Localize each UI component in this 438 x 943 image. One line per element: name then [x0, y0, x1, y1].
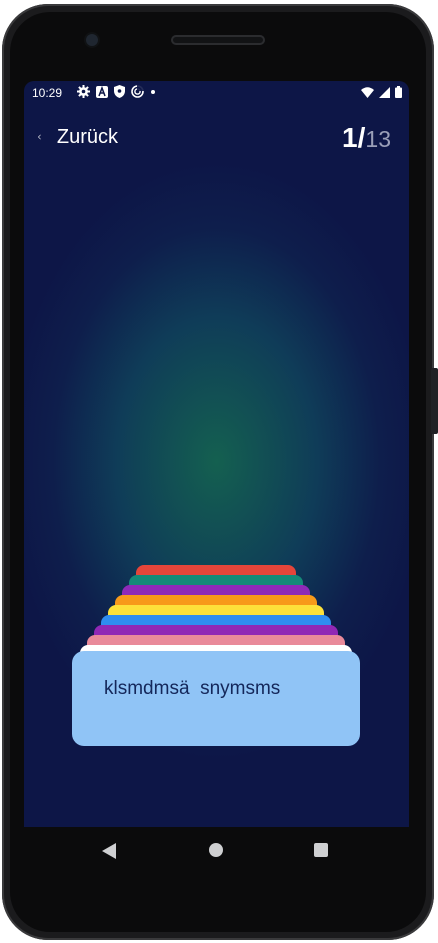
flashcard[interactable]: klsmdmsä snymsms — [72, 651, 360, 746]
wifi-icon — [361, 86, 374, 98]
counter-current: 1/ — [342, 122, 366, 153]
back-button[interactable]: Zurück — [38, 123, 118, 151]
earpiece-speaker — [171, 35, 265, 45]
gear-icon — [77, 85, 90, 98]
home-circle-icon[interactable] — [209, 843, 223, 857]
navigation-bar — [24, 827, 409, 875]
signal-icon — [379, 86, 390, 98]
dot-icon — [151, 89, 155, 94]
chevron-left-icon — [38, 134, 41, 140]
status-bar: 10:29 — [24, 81, 409, 105]
back-triangle-icon[interactable] — [102, 843, 116, 859]
front-camera — [86, 34, 98, 46]
counter-total: 13 — [365, 126, 391, 152]
recents-square-icon[interactable] — [314, 843, 328, 857]
status-system-icons — [361, 86, 402, 98]
font-icon — [96, 85, 108, 98]
flashcard-text: klsmdmsä snymsms — [104, 678, 281, 699]
power-button — [431, 368, 438, 434]
status-time: 10:29 — [32, 86, 63, 100]
app-screen: 10:29 Zurück 1/13 klsmdmsä snymsms — [24, 81, 409, 827]
top-bar: Zurück 1/13 — [24, 105, 409, 165]
battery-icon — [395, 86, 402, 98]
shield-icon — [114, 85, 125, 98]
status-notification-icons — [77, 85, 156, 98]
sync-icon — [131, 85, 144, 98]
card-counter: 1/13 — [342, 122, 391, 154]
back-label: Zurück — [56, 125, 118, 148]
